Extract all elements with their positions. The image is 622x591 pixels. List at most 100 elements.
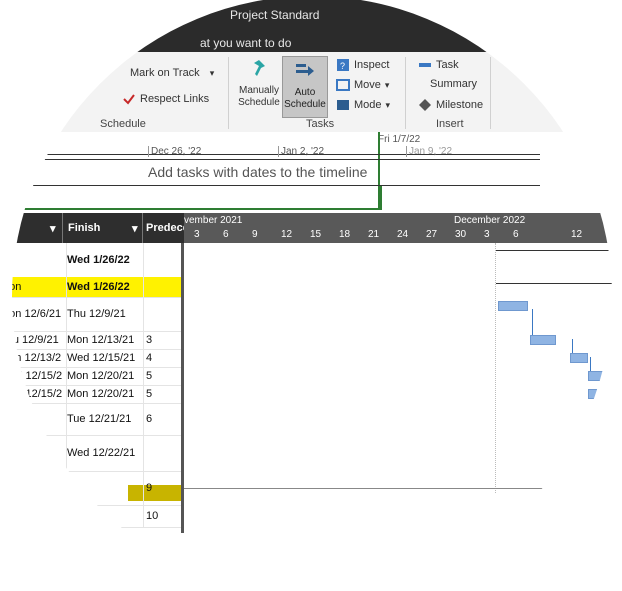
timeline-placeholder: Add tasks with dates to the timeline <box>148 164 368 180</box>
mark-on-track-button[interactable]: Mark on Track ▾ <box>130 67 214 79</box>
finish-cell[interactable]: Wed 1/26/22 <box>66 277 143 297</box>
manually-schedule-button[interactable]: Manually Schedule <box>236 58 282 109</box>
finish-cell[interactable]: Mon 12/13/21 <box>66 331 143 349</box>
predecessors-cell[interactable]: 10 <box>143 505 184 527</box>
task-grid-header: ▾ Finish ▾ Predece <box>0 213 189 243</box>
insert-milestone-button[interactable]: Milestone <box>418 98 483 112</box>
chevron-down-icon: ▾ <box>209 67 215 78</box>
predecessors-cell[interactable] <box>143 435 184 471</box>
mode-label: Mode <box>354 99 382 111</box>
chevron-down-icon[interactable]: ▾ <box>50 222 56 235</box>
start-cell[interactable] <box>0 243 62 277</box>
finish-column-header[interactable]: Finish <box>68 222 100 234</box>
gantt-row-line <box>184 488 576 489</box>
mode-button[interactable]: Mode ▾ <box>336 98 390 112</box>
gantt-day-tick: 27 <box>426 229 438 240</box>
summary-bar <box>496 283 622 284</box>
gantt-day-tick: 21 <box>368 229 380 240</box>
finish-cell[interactable]: Wed 12/15/21 <box>66 349 143 367</box>
timeline-pane-border <box>14 186 382 210</box>
start-cell[interactable] <box>0 403 62 435</box>
gantt-day-tick: 30 <box>455 229 467 240</box>
predecessors-cell[interactable]: 9 <box>143 471 184 505</box>
auto-schedule-button[interactable]: Auto Schedule <box>282 56 328 118</box>
gantt-month-left: vember 2021 <box>184 215 243 226</box>
divider <box>405 57 406 129</box>
move-icon <box>336 79 350 91</box>
divider <box>490 57 491 129</box>
timeline[interactable]: Fri 1/7/22 Dec 26, '22 Jan 2, '22 Jan 9,… <box>0 132 622 210</box>
move-button[interactable]: Move ▾ <box>336 78 389 92</box>
task-bar[interactable] <box>570 353 588 363</box>
predecessors-cell[interactable] <box>143 297 184 331</box>
table-row[interactable]: Wed 12/22/21 <box>0 435 184 472</box>
timeline-tick: Jan 2, '22 <box>278 146 324 157</box>
gantt-day-tick: 6 <box>513 229 519 240</box>
task-bar[interactable] <box>498 301 528 311</box>
finish-cell[interactable] <box>66 505 143 527</box>
finish-cell[interactable]: Mon 12/20/21 <box>66 385 143 403</box>
table-row[interactable]: 10 <box>0 505 184 528</box>
inspect-button[interactable]: ? Inspect <box>336 58 389 72</box>
finish-cell[interactable]: Mon 12/20/21 <box>66 367 143 385</box>
insert-group-label: Insert <box>436 118 464 130</box>
mark-on-track-label: Mark on Track <box>130 67 200 79</box>
respect-links-button[interactable]: Respect Links <box>122 92 209 106</box>
table-row[interactable]: Mon Wed 1/26/22 <box>0 277 184 298</box>
insert-task-button[interactable]: Task <box>418 58 459 72</box>
respect-links-icon <box>123 94 135 105</box>
task-bar[interactable] <box>588 389 620 399</box>
finish-cell[interactable]: Thu 12/9/21 <box>66 297 143 331</box>
divider <box>62 213 63 243</box>
gantt-day-tick: 24 <box>397 229 409 240</box>
start-cell[interactable]: Wed 12/15/21 <box>0 367 62 385</box>
start-cell[interactable]: Thu 12/9/21 <box>0 331 62 349</box>
finish-cell[interactable]: Tue 12/21/21 <box>66 403 143 435</box>
predecessors-cell[interactable]: 4 <box>143 349 184 367</box>
table-row[interactable]: Mon 12/13/21 Wed 12/15/21 4 <box>0 349 184 368</box>
gantt-timescale: vember 2021 December 2022 3 6 9 12 15 18 21 24 2… <box>184 213 622 243</box>
finish-cell[interactable]: Wed 1/26/22 <box>66 243 143 277</box>
respect-links-label: Respect Links <box>140 93 210 105</box>
predecessors-cell[interactable]: 6 <box>143 403 184 435</box>
start-cell[interactable]: Mon <box>0 277 62 297</box>
table-row[interactable]: 9 <box>0 471 184 506</box>
start-cell[interactable] <box>0 435 62 471</box>
predecessors-cell[interactable]: 5 <box>143 385 184 403</box>
window-title: Project Standard <box>230 8 320 22</box>
start-cell[interactable]: Mon 12/13/21 <box>0 349 62 367</box>
insert-summary-button[interactable]: Summary <box>430 78 477 90</box>
chevron-down-icon[interactable]: ▾ <box>132 222 138 235</box>
start-cell[interactable] <box>0 471 62 505</box>
gantt-month-right: December 2022 <box>454 215 526 226</box>
milestone-icon <box>419 99 431 111</box>
table-row[interactable]: Tue 12/21/21 6 <box>0 403 184 436</box>
start-cell[interactable]: Wed 12/15/21 <box>0 385 62 403</box>
finish-cell[interactable]: Wed 12/22/21 <box>66 435 143 471</box>
divider <box>142 213 143 243</box>
inspect-label: Inspect <box>354 59 390 71</box>
task-bar[interactable] <box>530 335 556 345</box>
predecessors-cell[interactable] <box>143 243 184 277</box>
table-row[interactable]: Wed 1/26/22 <box>0 243 184 278</box>
predecessors-cell[interactable]: 3 <box>143 331 184 349</box>
start-cell[interactable] <box>0 505 62 527</box>
finish-cell[interactable] <box>66 471 143 505</box>
tell-me-bar[interactable]: at you want to do <box>0 30 622 52</box>
table-row[interactable]: Wed 12/15/21 Mon 12/20/21 5 <box>0 367 184 386</box>
tell-me-input[interactable]: at you want to do <box>200 36 291 50</box>
svg-text:?: ? <box>340 61 345 71</box>
mode-icon <box>337 100 349 110</box>
chevron-down-icon: ▾ <box>385 99 391 110</box>
start-cell[interactable]: Mon 12/6/21 <box>0 297 62 331</box>
predecessors-cell[interactable]: 5 <box>143 367 184 385</box>
gantt-day-tick: 6 <box>223 229 229 240</box>
table-row[interactable]: Thu 12/9/21 Mon 12/13/21 3 <box>0 331 184 350</box>
predecessors-cell[interactable] <box>143 277 184 297</box>
gantt-chart[interactable] <box>184 243 622 533</box>
table-row[interactable]: Wed 12/15/21 Mon 12/20/21 5 <box>0 385 184 404</box>
predecessors-column-header[interactable]: Predece <box>146 222 189 234</box>
table-row[interactable]: Mon 12/6/21 Thu 12/9/21 <box>0 297 184 332</box>
manually-schedule-label: Manually Schedule <box>238 85 280 108</box>
task-bar[interactable] <box>588 371 620 381</box>
